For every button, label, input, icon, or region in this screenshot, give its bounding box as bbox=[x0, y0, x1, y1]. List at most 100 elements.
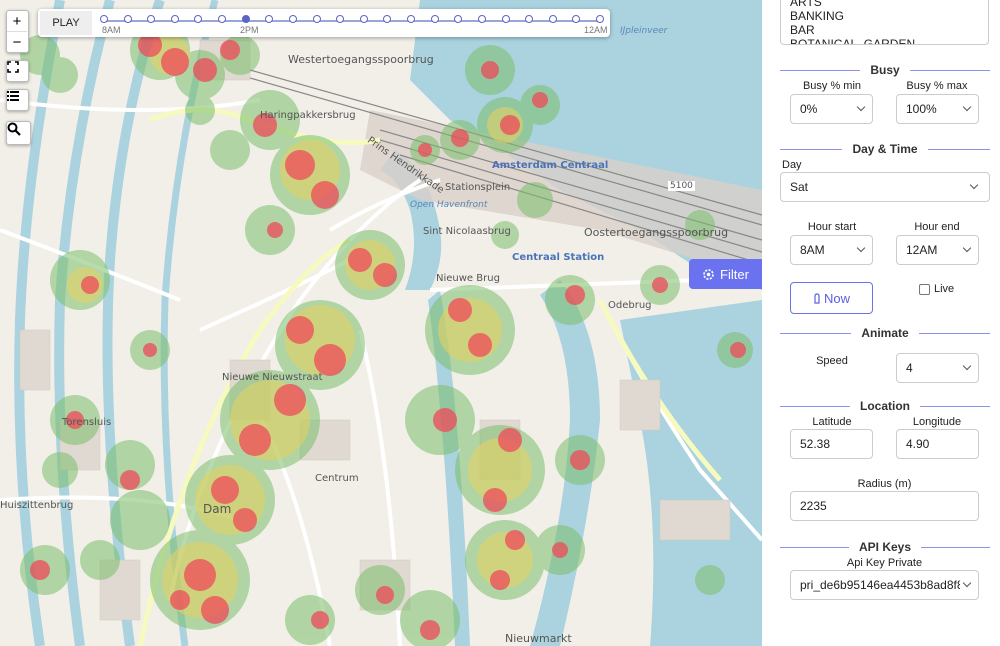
label-nieuwe-nieuwstraat: Nieuwe Nieuwstraat bbox=[222, 372, 323, 383]
section-title: API Keys bbox=[858, 540, 912, 554]
latitude-input[interactable]: 52.38 bbox=[790, 429, 873, 459]
fullscreen-control bbox=[6, 60, 29, 82]
speed-value: 4 bbox=[906, 361, 913, 375]
day-value: Sat bbox=[790, 180, 809, 194]
chevron-down-icon bbox=[962, 243, 972, 253]
timeline-step[interactable] bbox=[501, 15, 510, 23]
now-label: Now bbox=[823, 290, 850, 306]
now-button[interactable]: Now bbox=[790, 282, 873, 314]
hour-end-value: 12AM bbox=[906, 243, 938, 257]
chevron-down-icon bbox=[962, 578, 972, 588]
zoom-in-button[interactable]: + bbox=[7, 11, 27, 32]
layers-control bbox=[6, 89, 29, 111]
section-api-keys: API Keys bbox=[780, 539, 990, 555]
day-label: Day bbox=[782, 159, 802, 171]
latitude-label: Latitude bbox=[812, 416, 852, 428]
section-day-time: Day & Time bbox=[780, 141, 991, 157]
timeline-step[interactable] bbox=[596, 15, 604, 23]
speed-label: Speed bbox=[816, 355, 848, 367]
label-amsterdam-centraal: Amsterdam Centraal bbox=[492, 160, 609, 171]
zoom-out-button[interactable]: − bbox=[7, 32, 27, 52]
section-title: Animate bbox=[861, 326, 909, 340]
filter-panel: ARTS BANKING BAR BOTANICAL_GARDEN Busy B… bbox=[762, 0, 1000, 646]
live-label: Live bbox=[934, 283, 955, 295]
timeline-step[interactable] bbox=[170, 15, 179, 23]
timeline-step[interactable] bbox=[288, 15, 297, 23]
api-key-private-label: Api Key Private bbox=[846, 557, 923, 569]
timeline-label-start: 8AM bbox=[102, 25, 121, 35]
label-torensluis: Torensluis bbox=[62, 417, 112, 428]
day-select[interactable]: Sat bbox=[780, 172, 990, 202]
zoom-control: + − bbox=[6, 10, 29, 53]
label-open-havenfront: Open Havenfront bbox=[410, 200, 488, 210]
hour-start-value: 8AM bbox=[800, 243, 825, 257]
timeline-step[interactable] bbox=[100, 15, 108, 23]
chevron-down-icon bbox=[962, 102, 972, 112]
live-checkbox[interactable]: Live bbox=[919, 283, 954, 295]
timeline-step[interactable] bbox=[430, 15, 439, 23]
search-icon bbox=[7, 122, 21, 136]
timeline-label-end: 12AM bbox=[584, 25, 608, 35]
longitude-input[interactable]: 4.90 bbox=[896, 429, 979, 459]
radius-label: Radius (m) bbox=[857, 478, 912, 490]
label-nieuwe-brug: Nieuwe Brug bbox=[436, 273, 500, 284]
timeline-step[interactable] bbox=[407, 15, 416, 23]
label-centraal-station: Centraal Station bbox=[512, 252, 605, 263]
chevron-down-icon bbox=[856, 243, 866, 253]
timeline-step[interactable] bbox=[359, 15, 368, 23]
timeline-step[interactable] bbox=[477, 15, 486, 23]
busy-max-value: 100% bbox=[906, 102, 937, 116]
search-control bbox=[6, 121, 31, 145]
gear-icon bbox=[703, 268, 714, 280]
label-stationsplein: Stationsplein bbox=[445, 182, 511, 193]
hour-end-select[interactable]: 12AM bbox=[896, 235, 979, 265]
hour-start-select[interactable]: 8AM bbox=[790, 235, 873, 265]
map-view[interactable]: Westertoegangsspoorbrug Haringpakkersbru… bbox=[0, 0, 762, 646]
speed-select[interactable]: 4 bbox=[896, 353, 979, 383]
busy-max-label: Busy % max bbox=[906, 80, 968, 92]
play-button[interactable]: PLAY bbox=[40, 11, 92, 35]
category-option[interactable]: BOTANICAL_GARDEN bbox=[790, 37, 988, 44]
busy-min-label: Busy % min bbox=[802, 80, 862, 92]
timeline-label-mid: 2PM bbox=[240, 25, 259, 35]
map-canvas[interactable] bbox=[0, 0, 762, 646]
timeline-control[interactable]: PLAY 8AM 2PM 12AM bbox=[38, 9, 610, 37]
timeline-step[interactable] bbox=[123, 15, 132, 23]
api-key-private-select[interactable]: pri_de6b95146ea4453b8ad8f87c bbox=[790, 570, 979, 600]
longitude-label: Longitude bbox=[912, 416, 962, 428]
category-option[interactable]: BANKING bbox=[790, 9, 988, 23]
hour-start-label: Hour start bbox=[807, 221, 857, 233]
chevron-down-icon bbox=[856, 102, 866, 112]
section-title: Busy bbox=[870, 63, 900, 77]
hand-pointer-icon bbox=[814, 293, 820, 304]
label-centrum: Centrum bbox=[315, 473, 359, 484]
chevron-down-icon bbox=[969, 180, 979, 190]
chevron-down-icon bbox=[962, 361, 972, 371]
section-animate: Animate bbox=[780, 325, 990, 341]
timeline-step[interactable] bbox=[312, 15, 321, 23]
label-westertoegangsspoorbrug: Westertoegangsspoorbrug bbox=[288, 53, 434, 66]
section-busy: Busy bbox=[780, 62, 990, 78]
radius-input[interactable]: 2235 bbox=[790, 491, 979, 521]
busy-min-select[interactable]: 0% bbox=[790, 94, 873, 124]
category-option[interactable]: BAR bbox=[790, 23, 988, 37]
label-haringpakkersbrug: Haringpakkersbrug bbox=[260, 110, 356, 121]
checkbox-icon[interactable] bbox=[919, 283, 930, 295]
filter-toggle-button[interactable]: Filter bbox=[689, 259, 762, 289]
timeline-step[interactable] bbox=[241, 15, 250, 23]
section-title: Day & Time bbox=[852, 142, 918, 156]
label-odebrug: Odebrug bbox=[608, 300, 652, 311]
timeline-step[interactable] bbox=[548, 15, 557, 23]
label-ijpleinveer: IJpleinveer bbox=[620, 26, 668, 36]
search-button[interactable] bbox=[7, 122, 30, 144]
category-option[interactable]: ARTS bbox=[790, 0, 988, 9]
busy-max-select[interactable]: 100% bbox=[896, 94, 979, 124]
label-5100: 5100 bbox=[668, 181, 695, 191]
label-nieuwmarkt: Nieuwmarkt bbox=[505, 632, 572, 645]
layers-button[interactable] bbox=[7, 90, 27, 110]
category-listbox[interactable]: ARTS BANKING BAR BOTANICAL_GARDEN bbox=[780, 0, 989, 45]
list-icon bbox=[7, 91, 19, 101]
fullscreen-button[interactable] bbox=[7, 61, 27, 81]
section-location: Location bbox=[780, 398, 990, 414]
filter-label: Filter bbox=[720, 266, 749, 282]
